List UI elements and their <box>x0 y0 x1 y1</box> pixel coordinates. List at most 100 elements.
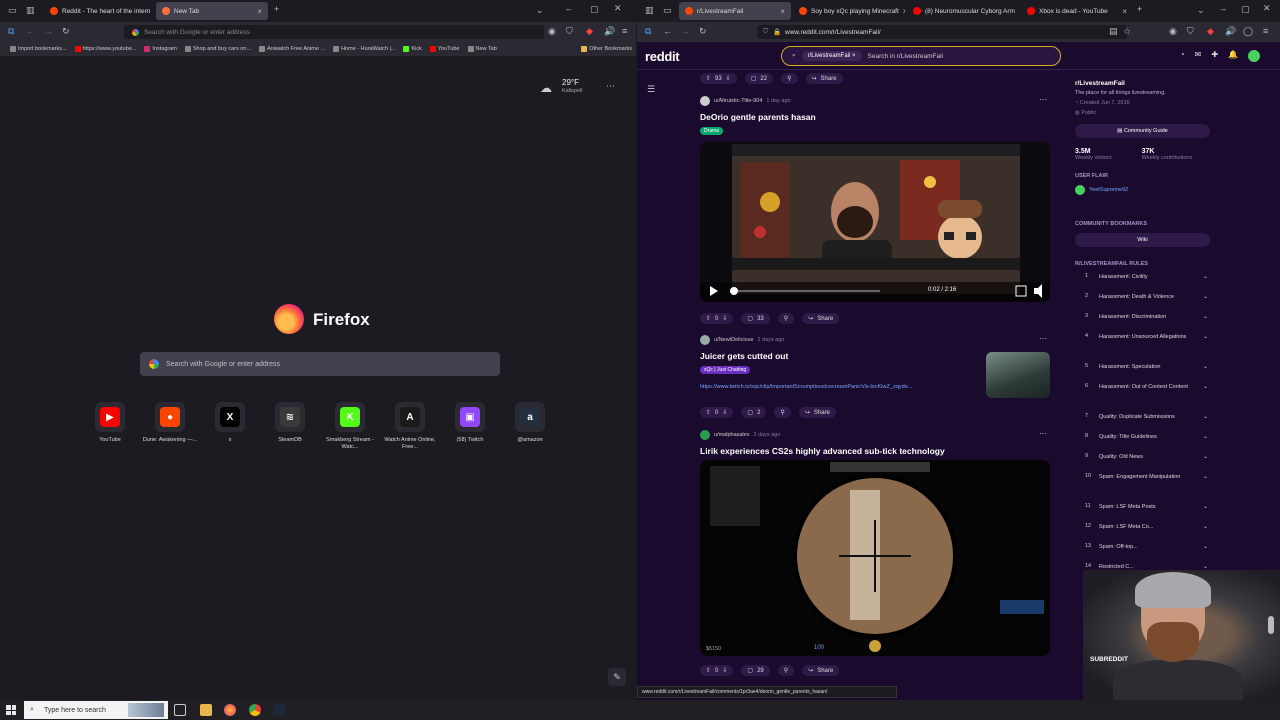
bookmark-item[interactable]: Aniwatch Free Anime ... <box>258 46 325 52</box>
post-flair[interactable]: Drama <box>700 127 724 135</box>
post-video[interactable]: $5150 100 <box>700 460 1050 656</box>
author-avatar[interactable] <box>700 335 710 345</box>
new-tab-icon[interactable]: + <box>274 4 279 14</box>
post-flair[interactable]: xQc | Just Chatting <box>700 366 751 374</box>
chevron-down-icon[interactable]: ⌄ <box>1203 413 1208 420</box>
sidebar-icon[interactable]: ▥ <box>645 5 654 16</box>
rule-item[interactable]: 6 Harassment: Out of Context Content ⌄ <box>1075 383 1210 399</box>
rule-item[interactable]: 12 Spam: LSF Meta Co... ⌄ <box>1075 523 1210 539</box>
comments-button[interactable]: ▢ 22 <box>744 73 774 84</box>
pocket-icon[interactable]: ⛉ <box>566 26 573 37</box>
chevron-down-icon[interactable]: ⌄ <box>1203 453 1208 460</box>
shortcut-tile[interactable]: Xx <box>200 402 260 444</box>
rule-item[interactable]: 3 Harassment: Discrimination ⌄ <box>1075 313 1210 329</box>
scrollbar-thumb[interactable] <box>1268 616 1274 634</box>
minimize-icon[interactable]: – <box>1221 4 1226 14</box>
tab-xqc-minecraft[interactable]: Soy boy xQc playing Minecraft × <box>793 2 905 20</box>
list-all-tabs-icon[interactable]: ⌄ <box>1197 5 1205 16</box>
comments-button[interactable]: ▢ 33 <box>741 313 770 324</box>
sidebar-icon[interactable]: ▥ <box>26 5 35 16</box>
forward-icon[interactable]: → <box>44 26 53 36</box>
chevron-down-icon[interactable]: ⌄ <box>1203 293 1208 300</box>
close-window-icon[interactable]: ✕ <box>1263 3 1271 14</box>
shortcut-tile[interactable]: a @amazon <box>500 402 560 444</box>
tab-list-icon[interactable]: ▭ <box>663 5 672 16</box>
reddit-logo[interactable]: reddit <box>645 49 680 64</box>
other-bookmarks[interactable]: Other Bookmarks <box>581 46 632 52</box>
ublock-icon[interactable]: ◆ <box>586 26 593 37</box>
tab-xbox-dead[interactable]: Xbox is dead - YouTube × <box>1021 2 1133 20</box>
shortcut-tile[interactable]: ▶ YouTube <box>80 402 140 444</box>
post-author[interactable]: u/Altruistic-Title-904 <box>714 98 762 104</box>
rule-item[interactable]: 11 Spam: LSF Meta Posts ⌄ <box>1075 503 1210 519</box>
firefox-taskbar-icon[interactable] <box>224 704 236 716</box>
share-button[interactable]: ↪ Share <box>805 73 843 84</box>
reload-icon[interactable]: ↻ <box>699 26 707 37</box>
post-author[interactable]: u/NewtDelicious <box>714 337 753 343</box>
search-community-chip[interactable]: r/LivestreamFail × <box>801 51 862 61</box>
chrome-taskbar-icon[interactable] <box>249 704 261 716</box>
close-tab-icon[interactable]: × <box>780 7 785 16</box>
chevron-down-icon[interactable]: ⌄ <box>1203 273 1208 280</box>
bookmark-item[interactable]: Shop and buy cars on... <box>184 46 251 52</box>
close-tab-icon[interactable]: × <box>257 7 262 16</box>
reddit-search-input[interactable]: ⌕ r/LivestreamFail × Search in r/Livestr… <box>781 46 1061 66</box>
tab-list-icon[interactable]: ▭ <box>8 5 17 16</box>
forward-icon[interactable]: → <box>681 26 690 36</box>
extension-icon[interactable]: ◉ <box>548 26 556 37</box>
new-tab-icon[interactable]: + <box>1137 4 1142 14</box>
back-icon[interactable]: ← <box>26 26 35 36</box>
post-author[interactable]: u/malphasalex <box>714 432 749 438</box>
tab-reddit[interactable]: Reddit - The heart of the intern × <box>44 2 154 20</box>
subreddit-button[interactable]: SUBREDDIT <box>1090 656 1128 663</box>
shortcut-tile[interactable]: ≋ SteamDB <box>260 402 320 444</box>
menu-icon[interactable]: ≡ <box>1263 26 1268 36</box>
taskbar-search-input[interactable]: ⌕ Type here to search <box>24 701 168 719</box>
chevron-down-icon[interactable]: ⌄ <box>1203 383 1208 390</box>
chevron-down-icon[interactable]: ⌄ <box>1203 543 1208 550</box>
post-link[interactable]: https://www.twitch.tv/xqc/clip/Important… <box>700 384 980 390</box>
rule-item[interactable]: 1 Harassment: Civility ⌄ <box>1075 273 1210 289</box>
tab-cyborg-arm[interactable]: (8) Neuromuscular Cyborg Arm × <box>907 2 1019 20</box>
audio-icon[interactable]: 🔊 <box>1225 26 1236 37</box>
chevron-down-icon[interactable]: ⌄ <box>1203 563 1208 570</box>
vote-control[interactable]: ⇧ 0 ⇩ <box>700 407 734 418</box>
advertise-icon[interactable]: ◔ <box>1180 50 1185 62</box>
menu-icon[interactable]: ≡ <box>622 26 627 36</box>
profile-icon[interactable]: ◯ <box>1243 26 1253 37</box>
shortcut-tile[interactable]: K Smakberg Stream - Watc... <box>320 402 380 451</box>
user-flair[interactable]: YeetSupreme92 <box>1075 185 1220 195</box>
post-title[interactable]: Juicer gets cutted out <box>700 351 788 361</box>
rule-item[interactable]: 4 Harassment: Unsourced Allegations ⌄ <box>1075 333 1210 349</box>
chevron-down-icon[interactable]: ⌄ <box>1203 333 1208 340</box>
minimize-icon[interactable]: – <box>566 4 571 14</box>
post-title[interactable]: DeOrio gentle parents hasan <box>700 112 816 122</box>
chat-icon[interactable]: ✉ <box>1195 50 1202 62</box>
share-button[interactable]: ↪ Share <box>802 665 840 676</box>
weather-menu-icon[interactable]: ⋯ <box>606 81 615 92</box>
post-video[interactable]: 0:02 / 2:16 <box>700 142 1050 302</box>
extension-icon[interactable]: ◉ <box>1169 26 1177 37</box>
post-overflow-icon[interactable]: ⋯ <box>1039 95 1047 104</box>
share-button[interactable]: ↪ Share <box>798 407 836 418</box>
post-thumbnail[interactable] <box>986 352 1050 398</box>
ublock-icon[interactable]: ◆ <box>1207 26 1214 37</box>
tab-new-tab[interactable]: New Tab × <box>156 2 268 20</box>
chevron-down-icon[interactable]: ⌄ <box>1203 503 1208 510</box>
rule-item[interactable]: 13 Spam: Off-top... ⌄ <box>1075 543 1210 559</box>
post-overflow-icon[interactable]: ⋯ <box>1039 429 1047 438</box>
create-post-icon[interactable]: ✚ <box>1211 50 1218 62</box>
weather-widget[interactable]: ☁ 29°F Kalispell <box>540 78 600 98</box>
award-button[interactable]: ⚲ <box>777 665 795 676</box>
close-window-icon[interactable]: ✕ <box>614 3 622 14</box>
bookmark-item[interactable]: Instagram <box>144 46 177 52</box>
maximize-icon[interactable]: ▢ <box>590 4 599 15</box>
bookmark-star-icon[interactable]: ☆ <box>1123 26 1131 37</box>
chevron-down-icon[interactable]: ⌄ <box>1203 363 1208 370</box>
bookmark-item[interactable]: Kick <box>403 46 422 52</box>
close-tab-icon[interactable]: × <box>1122 7 1127 16</box>
comments-button[interactable]: ▢ 29 <box>741 665 770 676</box>
chevron-down-icon[interactable]: ⌄ <box>1203 313 1208 320</box>
vote-control[interactable]: ⇧ 0 ⇩ <box>700 665 734 676</box>
wiki-button[interactable]: Wiki <box>1075 233 1210 247</box>
